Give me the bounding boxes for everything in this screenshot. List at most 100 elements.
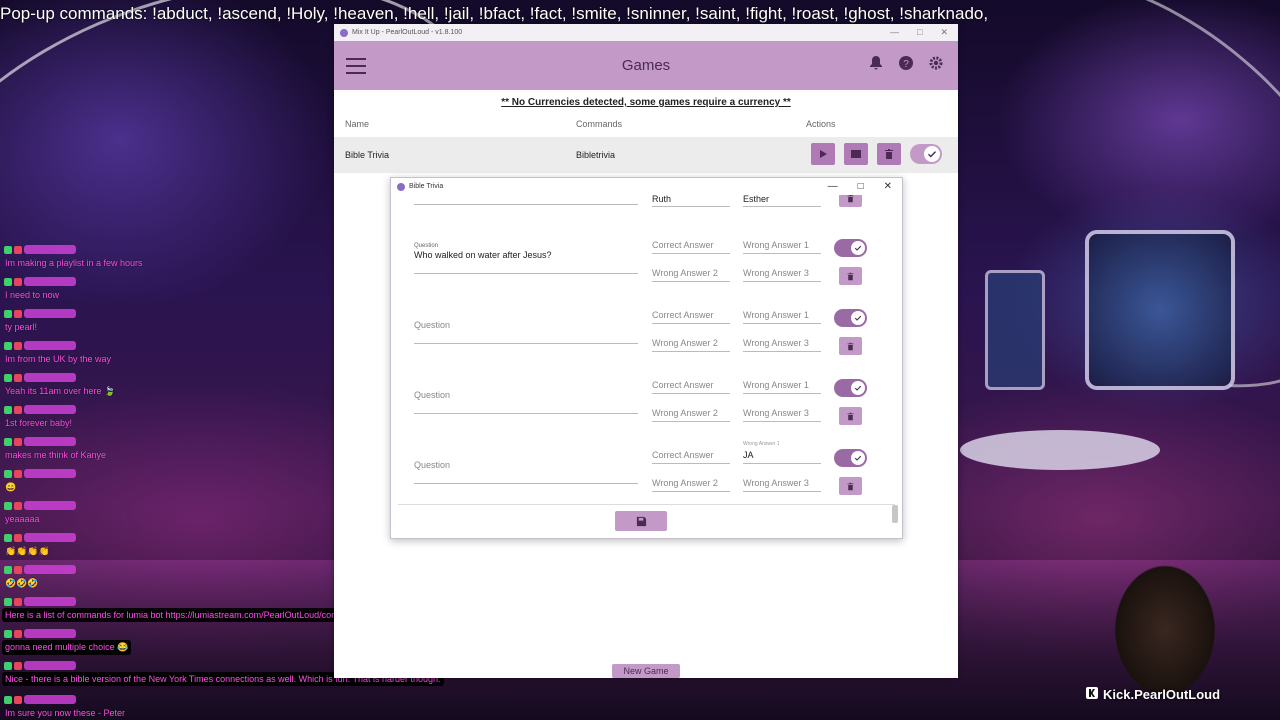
app-logo-icon xyxy=(397,182,405,191)
delete-button[interactable] xyxy=(877,143,901,165)
new-game-button[interactable]: New Game xyxy=(612,664,680,678)
question-input[interactable]: Question xyxy=(414,456,638,484)
svg-text:?: ? xyxy=(903,59,909,70)
table-row: Bible Trivia Bibletrivia xyxy=(334,137,958,173)
minimize-icon[interactable]: — xyxy=(828,181,838,192)
dialog-scrollbar[interactable] xyxy=(891,195,899,525)
question-enabled-toggle[interactable] xyxy=(834,449,867,467)
delete-question-button[interactable] xyxy=(839,407,862,425)
correct-answer-field[interactable]: Correct Answer xyxy=(652,450,730,464)
chat-username xyxy=(4,340,76,351)
check-icon xyxy=(854,385,862,391)
currency-notice: ** No Currencies detected, some games re… xyxy=(501,97,791,108)
bell-icon[interactable] xyxy=(868,55,884,71)
delete-question-button[interactable] xyxy=(839,337,862,355)
chat-username xyxy=(4,628,76,639)
game-command: Bibletrivia xyxy=(576,150,616,160)
question-enabled-toggle[interactable] xyxy=(834,309,867,327)
window-controls: — □ ✕ xyxy=(890,27,958,38)
close-icon[interactable]: ✕ xyxy=(940,27,948,38)
chat-username xyxy=(4,468,76,479)
question-enabled-toggle[interactable] xyxy=(834,239,867,257)
wrong-answer-3-field[interactable]: Wrong Answer 3 xyxy=(743,268,821,282)
column-commands: Commands xyxy=(576,119,623,129)
trash-icon xyxy=(847,482,854,490)
maximize-icon[interactable]: □ xyxy=(917,27,922,38)
delete-question-button[interactable] xyxy=(839,195,862,207)
chat-text: Im sure you now these - Peter xyxy=(5,708,126,718)
wrong-answer-1-field[interactable]: Wrong Answer 1 xyxy=(743,240,821,254)
column-name: Name xyxy=(345,119,370,129)
question-enabled-toggle[interactable] xyxy=(834,379,867,397)
app-window-title: Mix It Up - PearlOutLoud - v1.8.100 xyxy=(352,29,463,36)
chat-username xyxy=(4,564,76,575)
question-input[interactable]: Question xyxy=(414,316,638,344)
menu-icon[interactable] xyxy=(346,58,366,74)
page-title: Games xyxy=(621,57,671,74)
chat-text: Yeah its 11am over here 🍃 xyxy=(5,386,116,396)
check-icon xyxy=(854,315,862,321)
background-window xyxy=(1085,230,1235,390)
question-block: Question Who walked on water after Jesus?… xyxy=(398,229,884,299)
check-icon xyxy=(854,245,862,251)
chat-username xyxy=(4,276,76,287)
dialog-window-controls: — □ ✕ xyxy=(828,181,902,192)
wrong-answer-1-field[interactable]: Wrong Answer 1 JA xyxy=(743,441,821,464)
delete-question-button[interactable] xyxy=(839,477,862,495)
wrong-answer-3-field[interactable]: Wrong Answer 3 xyxy=(743,408,821,422)
question-input[interactable]: Who walked on water after Jesus? xyxy=(414,246,638,274)
answer-field[interactable]: Ruth xyxy=(652,195,730,207)
chat-text: makes me think of Kanye xyxy=(5,450,107,460)
chat-text: ty pearl! xyxy=(5,322,38,332)
chat-text: Here is a list of commands for lumia bot… xyxy=(2,608,369,622)
bible-trivia-dialog: Bible Trivia — □ ✕ Ruth Esther Question W… xyxy=(390,177,903,539)
correct-answer-field[interactable]: Correct Answer xyxy=(652,240,730,254)
wrong-answer-1-field[interactable]: Wrong Answer 1 xyxy=(743,380,821,394)
app-header: Games ? xyxy=(334,41,958,90)
background-table xyxy=(960,430,1160,470)
answer-field[interactable]: Esther xyxy=(743,195,821,207)
wrong-answer-1-field[interactable]: Wrong Answer 1 xyxy=(743,310,821,324)
chat-username xyxy=(4,372,76,383)
wrong-answer-2-field[interactable]: Wrong Answer 2 xyxy=(652,408,730,422)
games-table-header: Name Commands Actions xyxy=(334,111,958,135)
edit-button[interactable] xyxy=(844,143,868,165)
chat-text: 😄 xyxy=(5,482,17,492)
trash-icon xyxy=(847,195,854,202)
question-block: Question Correct Answer Wrong Answer 1 Wron… xyxy=(398,369,884,439)
save-icon xyxy=(636,516,646,526)
wrong-answer-2-field[interactable]: Wrong Answer 2 xyxy=(652,268,730,282)
chat-text: Im from the UK by the way xyxy=(5,354,112,364)
wrong-answer-3-field[interactable]: Wrong Answer 3 xyxy=(743,478,821,492)
chat-username xyxy=(4,596,76,607)
wrong-answer-2-field[interactable]: Wrong Answer 2 xyxy=(652,478,730,492)
play-icon xyxy=(820,150,827,158)
field-label: Wrong Answer 1 xyxy=(743,441,780,447)
maximize-icon[interactable]: □ xyxy=(858,181,864,192)
chat-text: yeaaaaa xyxy=(5,514,40,524)
chat-text: 🤣🤣🤣 xyxy=(5,578,39,588)
chat-text: 1st forever baby! xyxy=(5,418,73,428)
wrong-answer-3-field[interactable]: Wrong Answer 3 xyxy=(743,338,821,352)
question-input[interactable] xyxy=(414,195,638,205)
trash-icon xyxy=(847,272,854,280)
question-input[interactable]: Question xyxy=(414,386,638,414)
wrong-answer-2-field[interactable]: Wrong Answer 2 xyxy=(652,338,730,352)
play-button[interactable] xyxy=(811,143,835,165)
app-logo-icon xyxy=(340,28,348,37)
save-button[interactable] xyxy=(615,511,667,531)
close-icon[interactable]: ✕ xyxy=(884,181,892,192)
delete-question-button[interactable] xyxy=(839,267,862,285)
correct-answer-field[interactable]: Correct Answer xyxy=(652,310,730,324)
chat-username xyxy=(4,244,76,255)
minimize-icon[interactable]: — xyxy=(890,27,899,38)
scroll-thumb[interactable] xyxy=(892,505,898,523)
help-icon[interactable]: ? xyxy=(898,55,914,71)
settings-icon[interactable] xyxy=(928,55,944,71)
row-actions xyxy=(811,143,942,165)
chat-text: gonna need multiple choice 😂 xyxy=(2,640,132,655)
correct-answer-field[interactable]: Correct Answer xyxy=(652,380,730,394)
game-enabled-toggle[interactable] xyxy=(910,144,942,164)
chat-username xyxy=(4,308,76,319)
column-actions: Actions xyxy=(806,119,836,129)
